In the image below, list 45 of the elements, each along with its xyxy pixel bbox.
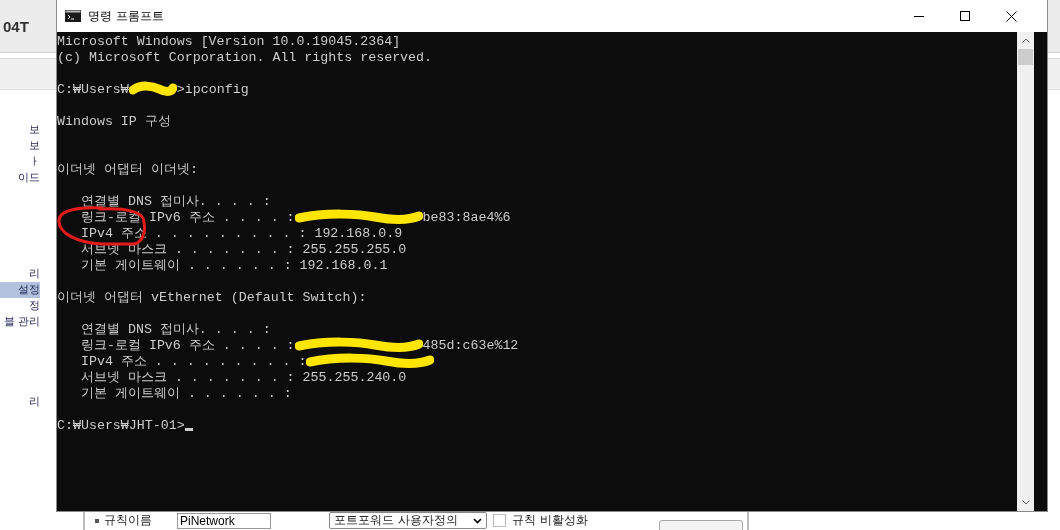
chevron-down-icon: [473, 517, 482, 524]
maximize-icon[interactable]: [960, 11, 970, 21]
console-text: 485d:c63e%12: [422, 337, 519, 353]
sidebar-item[interactable]: 리: [0, 266, 40, 282]
type-dropdown[interactable]: 포트포워드 사용자정의: [329, 512, 487, 529]
checkbox-label: 규칙 비활성화: [512, 512, 588, 529]
console-line: C:₩Users₩: [57, 81, 129, 97]
redaction-mark: [128, 81, 177, 97]
window-title: 명령 프롬프트: [88, 7, 165, 25]
bullet-icon: [95, 518, 99, 523]
console-line: Windows IP 구성: [57, 113, 171, 130]
header-title: 04T: [3, 17, 29, 35]
field-label: 규칙이름: [103, 512, 153, 529]
minimize-icon[interactable]: [914, 15, 924, 17]
console-text: >ipconfig: [176, 81, 249, 97]
rule-name-field[interactable]: PiNetwork: [177, 512, 271, 529]
console-line: 이더넷 어댑터 vEthernet (Default Switch):: [57, 289, 367, 306]
sidebar-item[interactable]: ㅏ: [0, 154, 40, 170]
console-line: (c) Microsoft Corporation. All rights reserved.: [57, 49, 433, 65]
console-line: IPv4 주소 . . . . . . . . . :: [79, 353, 307, 370]
console-line: 연결별 DNS 접미사. . . . :: [79, 193, 271, 210]
scrollbar-thumb[interactable]: [1018, 49, 1033, 65]
close-icon[interactable]: [1005, 10, 1017, 22]
sidebar-item[interactable]: 이드: [0, 170, 40, 186]
console-line: 이더넷 어댑터 이더넷:: [57, 161, 198, 178]
scroll-down-icon[interactable]: [1021, 500, 1030, 505]
console-line: 기본 게이트웨이 . . . . . . : 192.168.0.1: [79, 257, 388, 274]
console-prompt: C:₩Users₩JHT-01>: [57, 417, 185, 433]
console-line: 기본 게이트웨이 . . . . . . :: [79, 385, 292, 402]
sidebar-item[interactable]: 블 관리: [0, 314, 40, 330]
console-line: 서브넷 마스크 . . . . . . . : 255.255.240.0: [79, 369, 407, 386]
console-line: Microsoft Windows [Version 10.0.19045.2364]: [57, 33, 401, 49]
console-line: 링크-로컬 IPv6 주소 . . . . :: [79, 337, 295, 354]
console-line: 연결별 DNS 접미사. . . . :: [79, 321, 271, 338]
sidebar-item[interactable]: 정: [0, 298, 40, 314]
sidebar-item[interactable]: 리: [0, 394, 40, 410]
terminal-icon: [65, 10, 81, 22]
scroll-up-icon[interactable]: [1021, 38, 1030, 43]
sidebar-item[interactable]: 보: [0, 138, 40, 154]
text-cursor: [184, 428, 193, 431]
sidebar-item[interactable]: 설정: [0, 282, 40, 298]
sidebar-item[interactable]: 보: [0, 122, 40, 138]
console-line: 링크-로컬 IPv6 주소 . . . . :: [79, 209, 295, 226]
checkbox[interactable]: [493, 514, 506, 527]
console-text: be83:8ae4%6: [422, 209, 511, 225]
